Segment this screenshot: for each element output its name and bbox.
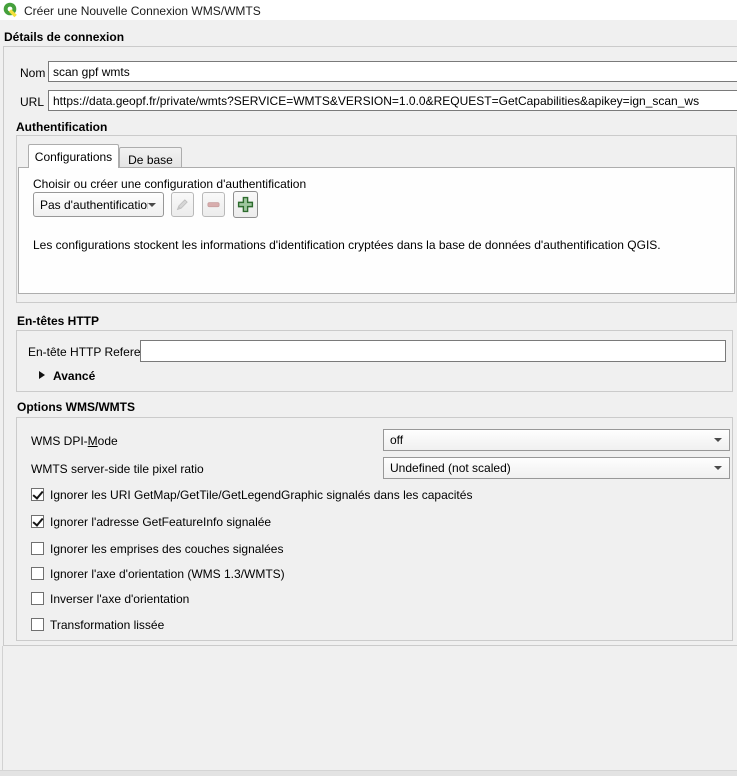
auth-config-selected-value: Pas d'authentification	[40, 197, 148, 212]
tile-ratio-label: WMTS server-side tile pixel ratio	[31, 462, 204, 476]
url-input[interactable]	[48, 90, 737, 111]
checkbox[interactable]	[31, 592, 44, 605]
checkbox-label[interactable]: Transformation lissée	[50, 618, 164, 632]
dpi-mode-label-pre: WMS DPI-	[31, 434, 88, 448]
details-section-title: Détails de connexion	[4, 30, 125, 44]
edit-config-button[interactable]	[171, 192, 194, 217]
advanced-expander[interactable]: Avancé	[53, 369, 95, 383]
tile-ratio-selected-value: Undefined (not scaled)	[390, 461, 511, 475]
add-config-button[interactable]	[233, 191, 258, 218]
checkbox[interactable]	[31, 488, 44, 501]
dpi-mode-select[interactable]: off	[383, 429, 730, 451]
name-label: Nom	[20, 66, 46, 80]
referer-input[interactable]	[140, 340, 726, 362]
dpi-mode-label-mnemonic: M	[87, 434, 98, 448]
qgis-logo-icon	[3, 2, 17, 18]
tab-de-base-label: De base	[128, 153, 173, 167]
tab-configurations[interactable]: Configurations	[28, 144, 119, 168]
chevron-down-icon	[714, 466, 722, 470]
dialog-left-border	[2, 646, 3, 770]
checkbox-label[interactable]: Ignorer l'axe d'orientation (WMS 1.3/WMT…	[50, 567, 285, 581]
http-headers-section-title: En-têtes HTTP	[17, 314, 100, 328]
checkbox-label[interactable]: Ignorer l'adresse GetFeatureInfo signalé…	[50, 515, 271, 529]
dialog-bottom-edge	[0, 770, 737, 776]
referer-label: En-tête HTTP Referer	[28, 345, 145, 359]
checkbox-label[interactable]: Inverser l'axe d'orientation	[50, 592, 189, 606]
choose-config-label: Choisir ou créer une configuration d'aut…	[33, 177, 307, 191]
pencil-icon	[176, 199, 188, 211]
checkbox-label[interactable]: Ignorer les URI GetMap/GetTile/GetLegend…	[50, 488, 472, 502]
tab-de-base[interactable]: De base	[119, 147, 182, 168]
dpi-mode-selected-value: off	[390, 433, 404, 447]
tile-ratio-select[interactable]: Undefined (not scaled)	[383, 457, 730, 479]
name-input[interactable]	[48, 61, 737, 82]
triangle-right-icon[interactable]	[39, 371, 45, 379]
url-label: URL	[20, 95, 45, 109]
checkbox[interactable]	[31, 515, 44, 528]
window-titlebar: Créer une Nouvelle Connexion WMS/WMTS	[0, 0, 737, 20]
checkbox-label[interactable]: Ignorer les emprises des couches signalé…	[50, 542, 283, 556]
chevron-down-icon	[714, 438, 722, 442]
checkbox[interactable]	[31, 618, 44, 631]
checkbox[interactable]	[31, 542, 44, 555]
chevron-down-icon	[148, 202, 156, 207]
minus-icon	[207, 202, 220, 208]
auth-section-title: Authentification	[16, 120, 108, 134]
auth-info-text: Les configurations stockent les informat…	[33, 238, 661, 252]
new-wms-connection-dialog: Créer une Nouvelle Connexion WMS/WMTS Dé…	[0, 0, 737, 776]
window-title: Créer une Nouvelle Connexion WMS/WMTS	[24, 4, 261, 18]
checkbox[interactable]	[31, 567, 44, 580]
auth-config-select[interactable]: Pas d'authentification	[33, 192, 164, 217]
plus-icon	[237, 196, 254, 213]
remove-config-button[interactable]	[202, 192, 225, 217]
wms-options-section-title: Options WMS/WMTS	[17, 400, 135, 414]
dpi-mode-label: WMS DPI-Mode	[31, 434, 118, 448]
tab-configurations-label: Configurations	[34, 150, 113, 164]
dpi-mode-label-post: ode	[97, 434, 118, 448]
